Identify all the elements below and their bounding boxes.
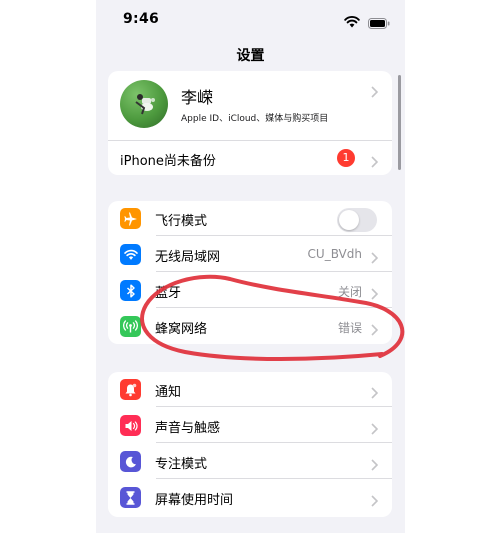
wifi-status-icon <box>344 13 360 32</box>
chevron-right-icon <box>371 153 379 172</box>
settings-item-label: 蜂窝网络 <box>155 322 208 337</box>
chevron-right-icon <box>371 285 379 304</box>
divider <box>156 478 392 479</box>
chevron-right-icon <box>371 456 379 475</box>
cellular-icon <box>120 316 141 337</box>
apple-id-row[interactable]: 李嵘 Apple ID、iCloud、媒体与购买项目 <box>108 71 392 141</box>
network-settings-card: 飞行模式 无线局域网 CU_BVdh 蓝牙 关闭 蜂窝网络 错误 <box>108 201 392 344</box>
avatar <box>120 80 168 128</box>
hourglass-icon <box>120 487 141 508</box>
notification-badge: 1 <box>337 149 355 167</box>
speaker-icon <box>120 415 141 436</box>
notification-settings-card: 通知 声音与触感 专注模式 屏幕使用时间 <box>108 372 392 517</box>
backup-label: iPhone尚未备份 <box>120 154 216 169</box>
moon-icon <box>120 451 141 472</box>
settings-item-label: 专注模式 <box>155 457 208 472</box>
chevron-right-icon <box>371 321 379 340</box>
settings-item-value: 错误 <box>337 321 362 335</box>
settings-item-notifications[interactable]: 通知 <box>108 372 392 407</box>
status-time: 9:46 <box>123 11 160 27</box>
airplane-icon <box>120 208 141 229</box>
divider <box>156 271 392 272</box>
settings-screen: 9:46 设置 李嵘 Apple ID、iCloud、媒体与购买项目 iPhon… <box>96 0 405 533</box>
profile-name: 李嵘 <box>181 88 214 107</box>
settings-item-label: 飞行模式 <box>155 214 208 229</box>
scrollbar[interactable] <box>398 75 401 170</box>
status-bar: 9:46 <box>96 0 405 40</box>
settings-item-value: 关闭 <box>337 285 362 299</box>
divider <box>156 307 392 308</box>
profile-subtitle: Apple ID、iCloud、媒体与购买项目 <box>181 114 329 124</box>
chevron-right-icon <box>371 492 379 511</box>
chevron-right-icon <box>371 384 379 403</box>
settings-item-focus[interactable]: 专注模式 <box>108 444 392 479</box>
backup-row[interactable]: iPhone尚未备份 1 <box>108 141 392 175</box>
toggle-knob <box>339 210 359 230</box>
battery-icon <box>368 14 390 33</box>
settings-item-value: CU_BVdh <box>307 247 362 261</box>
settings-item-cellular[interactable]: 蜂窝网络 错误 <box>108 309 392 344</box>
settings-item-label: 通知 <box>155 385 182 400</box>
profile-card: 李嵘 Apple ID、iCloud、媒体与购买项目 iPhone尚未备份 1 <box>108 71 392 175</box>
page-title: 设置 <box>236 48 265 64</box>
settings-item-wifi[interactable]: 无线局域网 CU_BVdh <box>108 237 392 272</box>
airplane-mode-toggle[interactable] <box>337 208 377 232</box>
settings-item-label: 屏幕使用时间 <box>155 493 234 508</box>
settings-item-label: 无线局域网 <box>155 250 221 265</box>
settings-item-bluetooth[interactable]: 蓝牙 关闭 <box>108 273 392 308</box>
divider <box>156 406 392 407</box>
bluetooth-icon <box>120 280 141 301</box>
settings-item-label: 蓝牙 <box>155 286 182 301</box>
chevron-right-icon <box>371 420 379 439</box>
chevron-right-icon <box>371 249 379 268</box>
wifi-icon <box>120 244 141 265</box>
divider <box>156 235 392 236</box>
settings-item-sounds[interactable]: 声音与触感 <box>108 408 392 443</box>
divider <box>156 442 392 443</box>
bell-icon <box>120 379 141 400</box>
settings-item-label: 声音与触感 <box>155 421 221 436</box>
chevron-right-icon <box>371 83 379 102</box>
settings-item-airplane-mode[interactable]: 飞行模式 <box>108 201 392 236</box>
settings-item-screen-time[interactable]: 屏幕使用时间 <box>108 480 392 515</box>
